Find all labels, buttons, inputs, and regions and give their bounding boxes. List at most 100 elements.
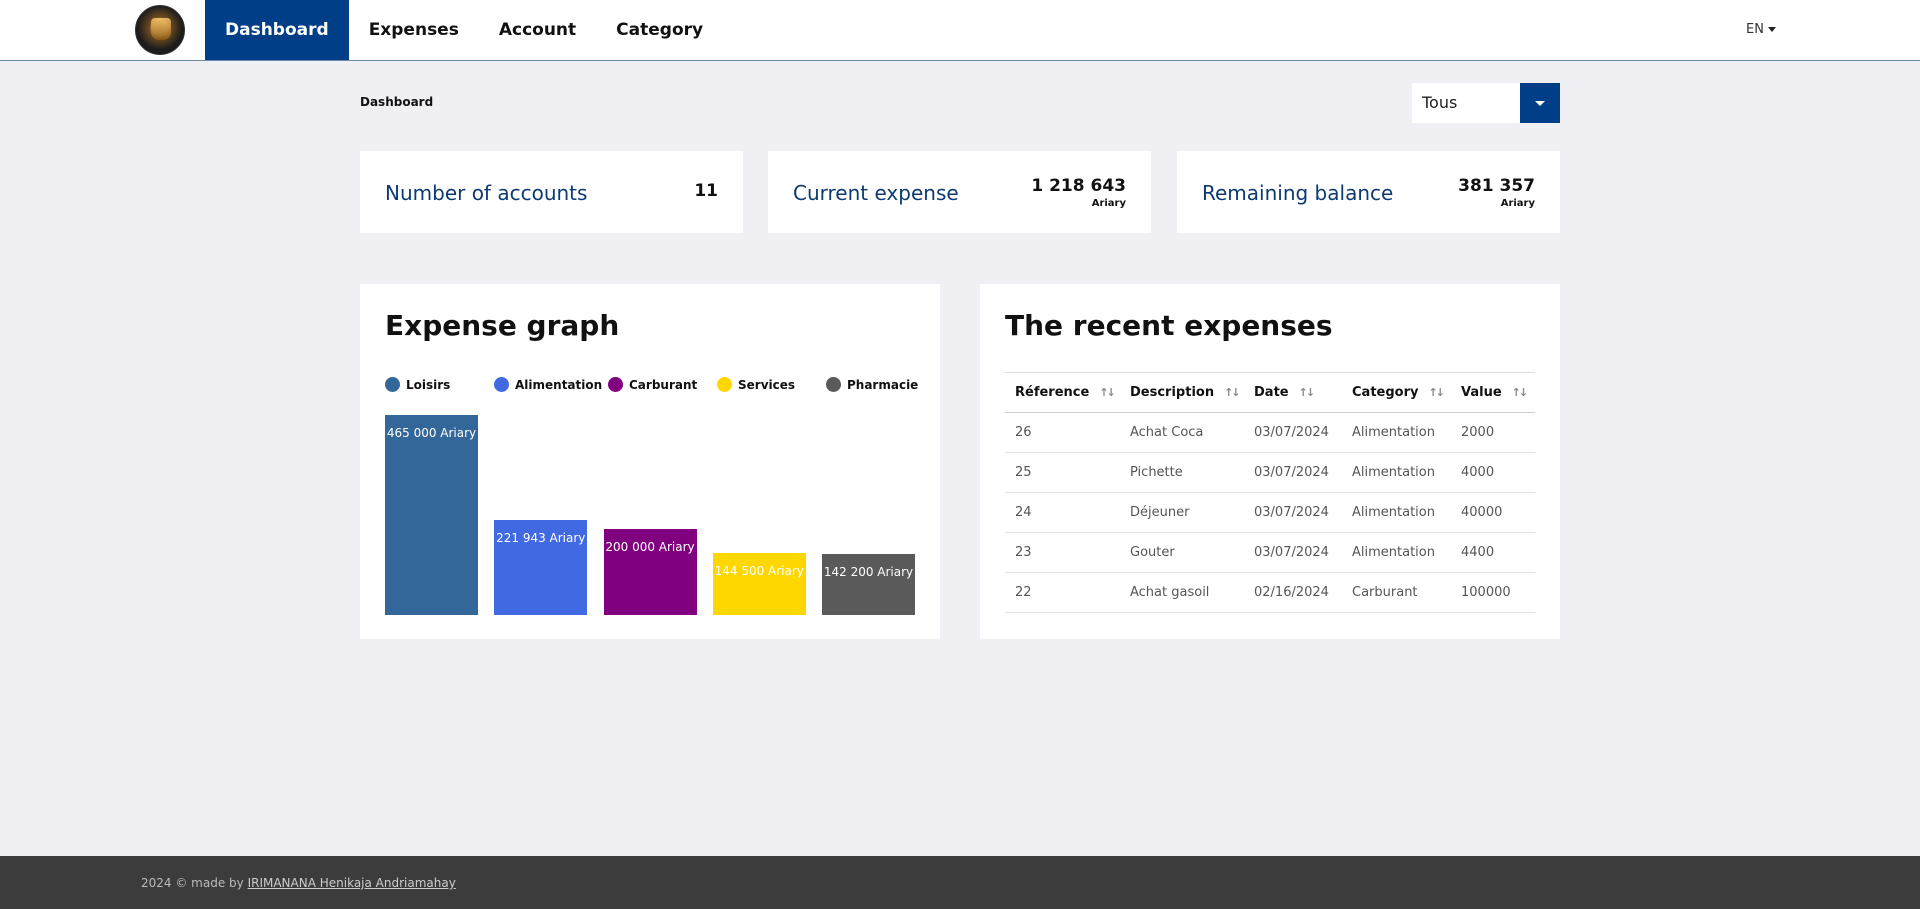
bar-data-label: 142 200 Ariary <box>823 565 914 579</box>
table-row[interactable]: 23 Gouter 03/07/2024 Alimentation 4400 <box>1005 532 1535 573</box>
language-dropdown[interactable]: EN <box>1746 22 1776 37</box>
app-logo[interactable] <box>135 5 185 55</box>
cell-category: Alimentation <box>1342 452 1451 493</box>
bar-services[interactable]: 144 500 Ariary <box>712 553 806 615</box>
legend-label: Loisirs <box>406 377 451 392</box>
expense-graph-panel: Expense graph Loisirs Alimentation Carbu… <box>360 284 940 639</box>
bar-data-label: 200 000 Ariary <box>605 540 695 554</box>
bar-data-label: 144 500 Ariary <box>714 564 804 578</box>
sort-icon[interactable]: ↑↓ <box>1512 386 1529 399</box>
language-label: EN <box>1746 22 1764 37</box>
bar-pharmacie[interactable]: 142 200 Ariary <box>822 554 915 615</box>
column-header-description[interactable]: Description ↑↓ <box>1120 372 1244 413</box>
cell-value: 40000 <box>1451 492 1535 533</box>
panel-title: Expense graph <box>385 309 620 342</box>
table-row[interactable]: 26 Achat Coca 03/07/2024 Alimentation 20… <box>1005 412 1535 453</box>
caret-down-icon <box>1535 100 1545 106</box>
legend-item-alimentation[interactable]: Alimentation <box>494 377 602 392</box>
stat-label: Remaining balance <box>1202 181 1394 205</box>
chart-legend: Loisirs Alimentation Carburant Services … <box>385 377 918 397</box>
stat-card-accounts: Number of accounts 11 <box>360 151 743 233</box>
sort-icon[interactable]: ↑↓ <box>1428 386 1445 399</box>
legend-label: Pharmacie <box>847 377 919 392</box>
recent-expenses-table: Réference ↑↓ Description ↑↓ Date ↑↓ Categor… <box>1005 372 1535 613</box>
filter-select[interactable]: Tous <box>1412 83 1560 123</box>
sort-icon[interactable]: ↑↓ <box>1299 386 1316 399</box>
legend-dot <box>385 377 400 392</box>
table-row[interactable]: 22 Achat gasoil 02/16/2024 Carburant 100… <box>1005 572 1535 613</box>
table-row[interactable]: 24 Déjeuner 03/07/2024 Alimentation 4000… <box>1005 492 1535 533</box>
bar-loisirs[interactable]: 465 000 Ariary <box>385 415 478 615</box>
cell-date: 03/07/2024 <box>1244 492 1342 533</box>
sort-icon[interactable]: ↑↓ <box>1224 386 1241 399</box>
bar-carburant[interactable]: 200 000 Ariary <box>603 529 697 615</box>
cell-reference: 26 <box>1005 412 1120 453</box>
legend-dot <box>717 377 732 392</box>
cell-category: Alimentation <box>1342 412 1451 453</box>
legend-item-pharmacie[interactable]: Pharmacie <box>826 377 918 392</box>
stat-label: Number of accounts <box>385 181 588 205</box>
breadcrumb: Dashboard <box>360 95 434 109</box>
cell-date: 03/07/2024 <box>1244 452 1342 493</box>
cell-date: 03/07/2024 <box>1244 532 1342 573</box>
cell-category: Alimentation <box>1342 532 1451 573</box>
filter-select-value[interactable]: Tous <box>1412 83 1520 123</box>
legend-label: Carburant <box>629 377 698 392</box>
cell-reference: 23 <box>1005 532 1120 573</box>
column-header-label: Value <box>1461 385 1502 400</box>
sort-icon[interactable]: ↑↓ <box>1099 386 1116 399</box>
bar-data-label: 465 000 Ariary <box>386 426 477 440</box>
top-navbar: Dashboard Expenses Account Category EN <box>0 0 1920 61</box>
stat-value: 381 357 <box>1458 176 1535 196</box>
legend-label: Services <box>738 377 796 392</box>
legend-dot <box>494 377 509 392</box>
cell-category: Carburant <box>1342 572 1451 613</box>
stat-unit: Ariary <box>1500 198 1535 209</box>
stat-label: Current expense <box>793 181 959 205</box>
cell-value: 4000 <box>1451 452 1535 493</box>
column-header-label: Réference <box>1015 385 1090 400</box>
cell-value: 2000 <box>1451 412 1535 453</box>
column-header-category[interactable]: Category ↑↓ <box>1342 372 1451 413</box>
stat-card-current-expense: Current expense 1 218 643 Ariary <box>768 151 1151 233</box>
cell-category: Alimentation <box>1342 492 1451 533</box>
table-row[interactable]: 25 Pichette 03/07/2024 Alimentation 4000 <box>1005 452 1535 493</box>
column-header-label: Date <box>1254 385 1289 400</box>
cell-value: 4400 <box>1451 532 1535 573</box>
nav-category[interactable]: Category <box>596 0 723 60</box>
nav-dashboard[interactable]: Dashboard <box>205 0 349 60</box>
author-link[interactable]: IRIMANANA Henikaja Andriamahay <box>248 876 456 890</box>
cell-reference: 24 <box>1005 492 1120 533</box>
table-header-row: Réference ↑↓ Description ↑↓ Date ↑↓ Categor… <box>1005 372 1535 413</box>
column-header-label: Category <box>1352 385 1419 400</box>
nav-expenses[interactable]: Expenses <box>349 0 479 60</box>
legend-dot <box>608 377 623 392</box>
main-nav: Dashboard Expenses Account Category <box>205 0 723 60</box>
stat-value: 1 218 643 <box>1031 176 1126 196</box>
stat-value: 11 <box>694 181 718 201</box>
footer-text: 2024 © made by IRIMANANA Henikaja Andria… <box>141 876 456 890</box>
stat-card-remaining-balance: Remaining balance 381 357 Ariary <box>1177 151 1560 233</box>
column-header-value[interactable]: Value ↑↓ <box>1451 372 1535 413</box>
cell-date: 02/16/2024 <box>1244 572 1342 613</box>
bar-alimentation[interactable]: 221 943 Ariary <box>494 520 588 615</box>
legend-item-loisirs[interactable]: Loisirs <box>385 377 450 392</box>
legend-dot <box>826 377 841 392</box>
cell-description: Achat Coca <box>1120 412 1244 453</box>
column-header-date[interactable]: Date ↑↓ <box>1244 372 1342 413</box>
filter-select-button[interactable] <box>1520 83 1560 123</box>
expense-bar-chart: 465 000 Ariary 221 943 Ariary 200 000 Aria… <box>385 415 915 615</box>
cell-description: Achat gasoil <box>1120 572 1244 613</box>
cell-value: 100000 <box>1451 572 1535 613</box>
column-header-reference[interactable]: Réference ↑↓ <box>1005 372 1120 413</box>
legend-label: Alimentation <box>515 377 603 392</box>
panel-title: The recent expenses <box>1005 309 1333 342</box>
cell-description: Gouter <box>1120 532 1244 573</box>
legend-item-carburant[interactable]: Carburant <box>608 377 697 392</box>
nav-account[interactable]: Account <box>479 0 596 60</box>
page-footer: 2024 © made by IRIMANANA Henikaja Andria… <box>0 856 1920 909</box>
legend-item-services[interactable]: Services <box>717 377 795 392</box>
footer-prefix: 2024 © made by <box>141 876 244 890</box>
cell-description: Déjeuner <box>1120 492 1244 533</box>
bar-data-label: 221 943 Ariary <box>496 531 586 545</box>
